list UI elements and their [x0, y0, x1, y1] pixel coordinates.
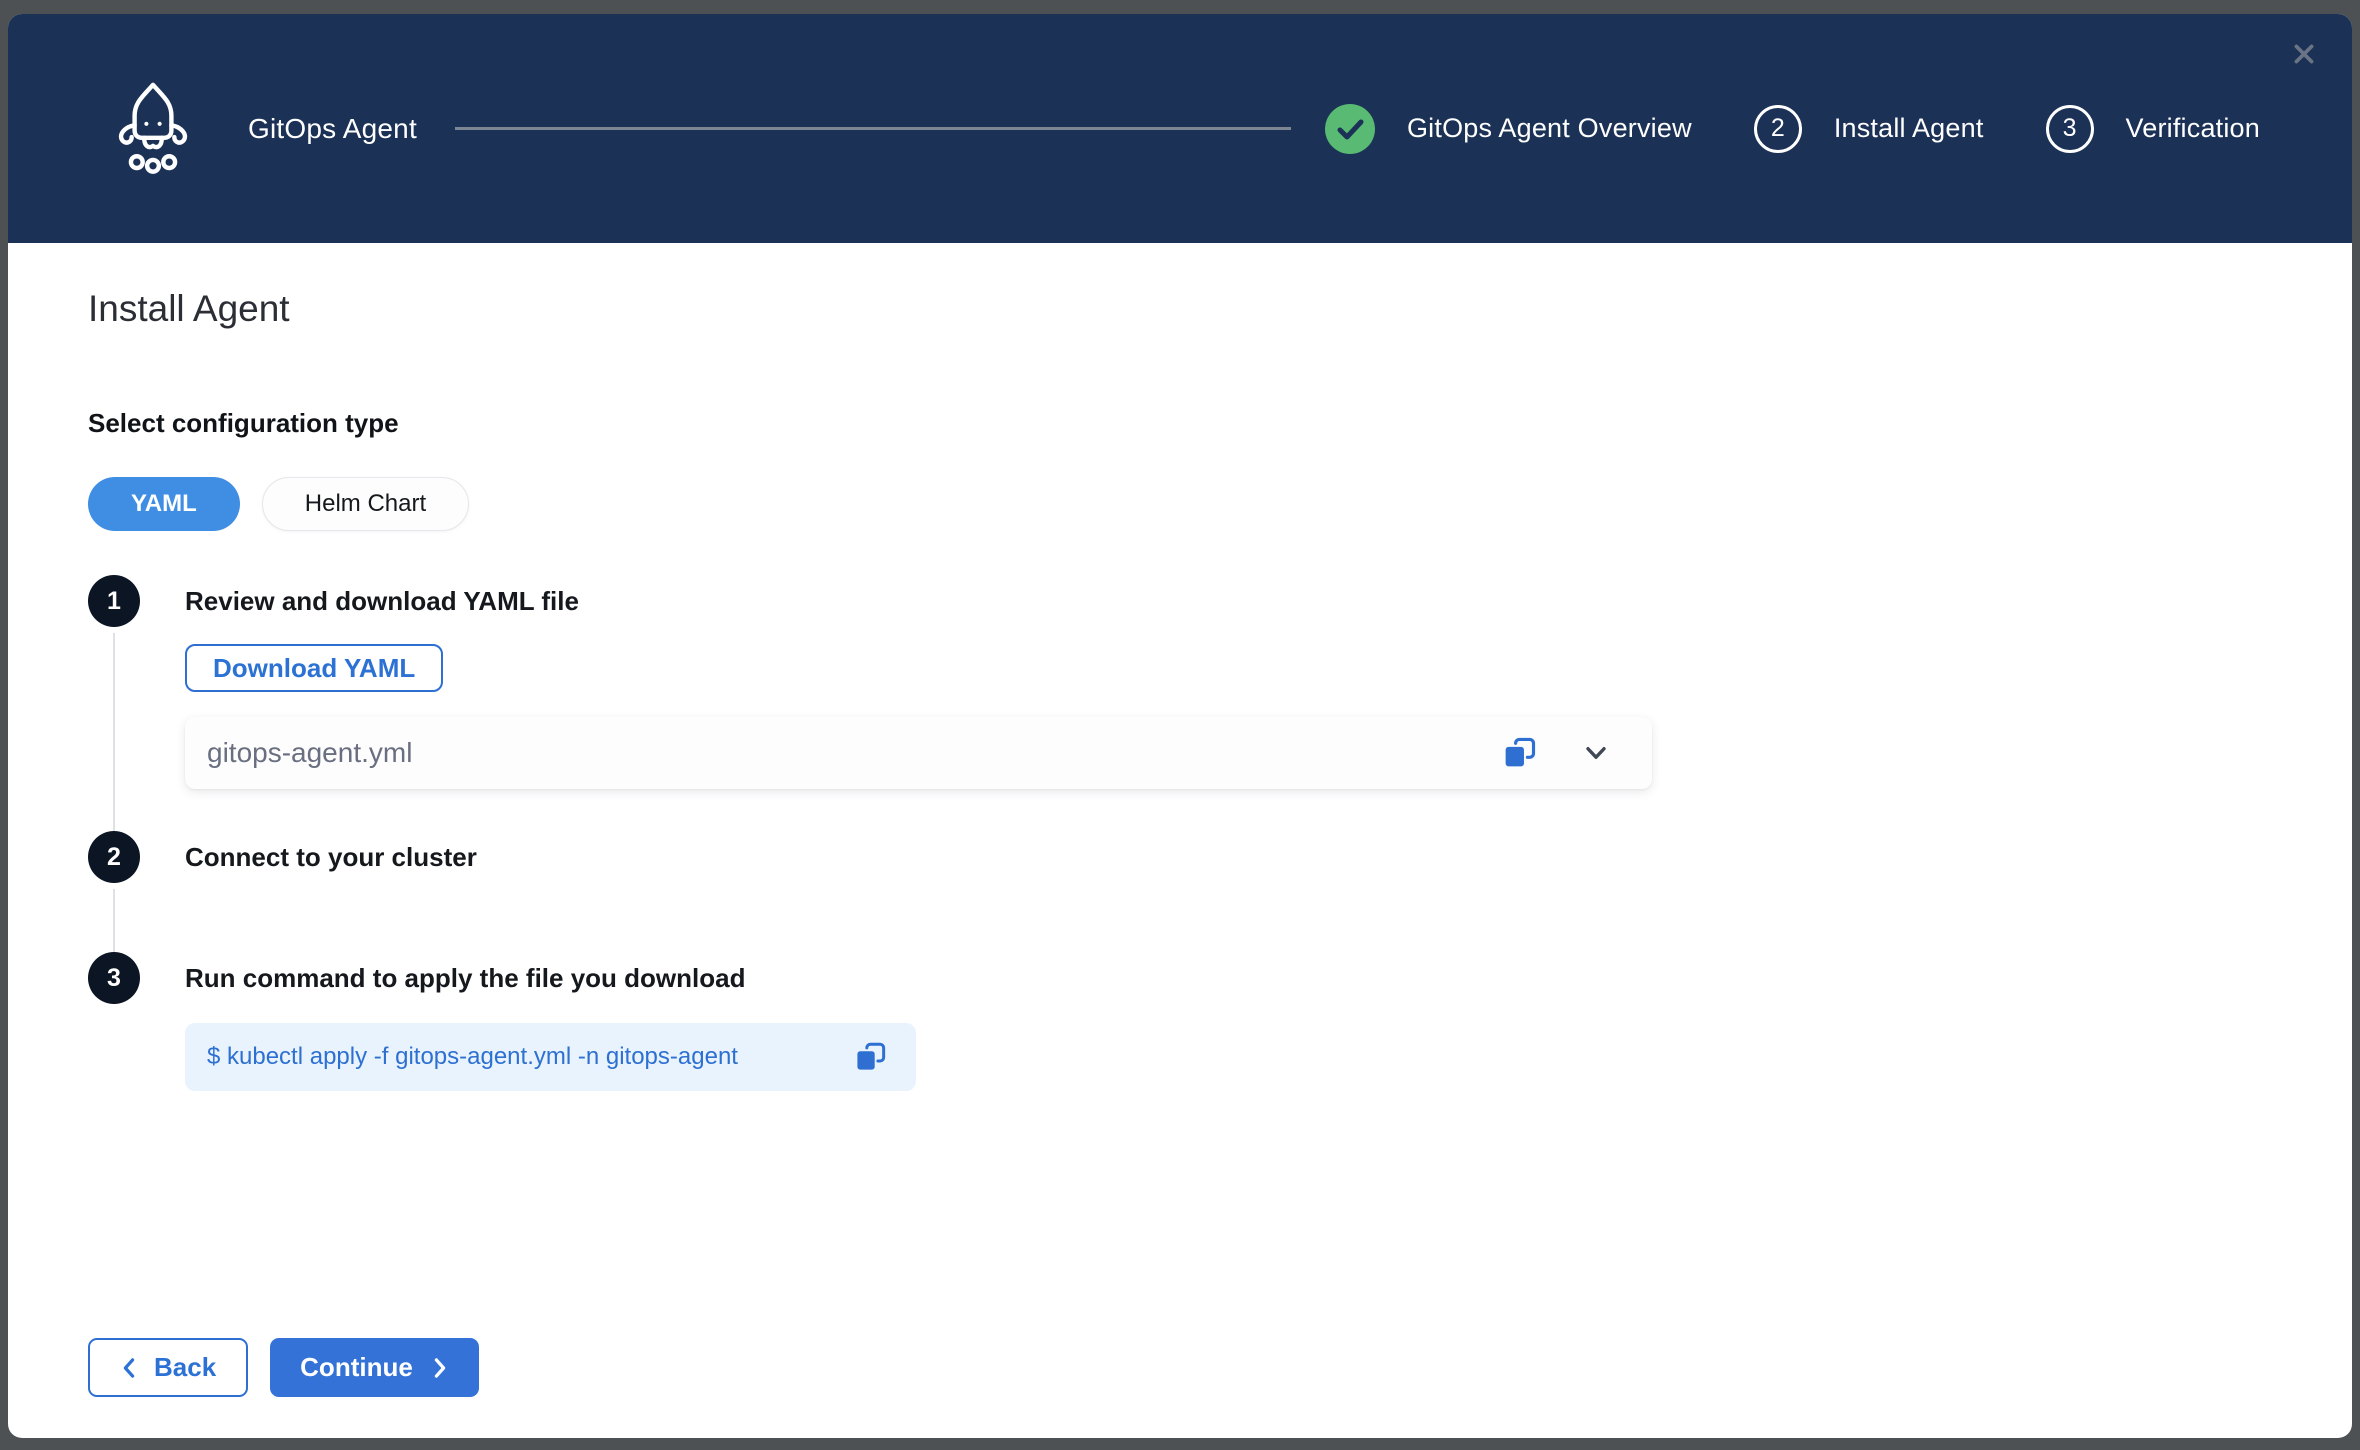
dialog-footer: Back Continue [88, 1338, 2352, 1397]
wizard-stepper: GitOps Agent Overview 2 Install Agent 3 … [1325, 104, 2260, 154]
back-button-label: Back [154, 1352, 216, 1383]
page-title: Install Agent [88, 287, 2352, 331]
step-2-number-body: 2 [107, 843, 121, 872]
chevron-left-icon [120, 1356, 138, 1380]
install-steps: 1 Review and download YAML file Download… [88, 575, 2352, 1108]
step-completed-check-icon [1325, 104, 1375, 154]
stepper-item-verification[interactable]: 3 Verification [1984, 105, 2260, 153]
stepper-label-overview: GitOps Agent Overview [1407, 113, 1692, 144]
chevron-right-icon [431, 1356, 449, 1380]
close-icon[interactable] [2286, 36, 2322, 72]
step-connector-line [113, 633, 115, 831]
step-1: 1 Review and download YAML file Download… [88, 575, 2352, 831]
step-2-badge: 2 [88, 831, 140, 883]
step-3-indicator: 3 [2046, 105, 2094, 153]
stepper-label-install-agent: Install Agent [1834, 113, 1984, 144]
wizard-header: GitOps Agent GitOps Agent Overview 2 Ins… [8, 14, 2352, 243]
step-1-badge: 1 [88, 575, 140, 627]
step-connector-line [113, 889, 115, 952]
download-yaml-button[interactable]: Download YAML [185, 644, 443, 692]
gitops-squid-logo-icon [100, 80, 206, 178]
kubectl-command-text: $ kubectl apply -f gitops-agent.yml -n g… [207, 1043, 854, 1071]
step-1-number: 1 [107, 587, 121, 616]
continue-button-label: Continue [300, 1352, 413, 1383]
step-2-indicator: 2 [1754, 105, 1802, 153]
config-type-label: Select configuration type [88, 407, 2352, 439]
step-2-title: Connect to your cluster [185, 831, 2352, 883]
copy-command-icon[interactable] [854, 1041, 886, 1073]
step-2-number: 2 [1771, 114, 1785, 143]
header-divider-line [455, 127, 1291, 130]
chevron-down-icon[interactable] [1580, 737, 1612, 769]
config-type-toggle: YAML Helm Chart [88, 477, 2352, 531]
step-3-badge: 3 [88, 952, 140, 1004]
continue-button[interactable]: Continue [270, 1338, 479, 1397]
stepper-item-install-agent[interactable]: 2 Install Agent [1692, 105, 1984, 153]
dialog-body: Install Agent Select configuration type … [8, 243, 2352, 1397]
stepper-item-overview[interactable]: GitOps Agent Overview [1325, 104, 1692, 154]
step-3: 3 Run command to apply the file you down… [88, 952, 2352, 1108]
step-1-rail: 1 [88, 575, 140, 831]
yaml-file-accordion[interactable]: gitops-agent.yml [185, 717, 1652, 789]
step-3-number: 3 [2063, 114, 2077, 143]
config-option-helm-chart[interactable]: Helm Chart [262, 477, 469, 531]
stepper-label-verification: Verification [2126, 113, 2260, 144]
step-2-rail: 2 [88, 831, 140, 952]
install-agent-dialog: GitOps Agent GitOps Agent Overview 2 Ins… [8, 14, 2352, 1438]
step-3-number-body: 3 [107, 964, 121, 993]
step-1-title: Review and download YAML file [185, 575, 2352, 627]
step-3-title: Run command to apply the file you downlo… [185, 952, 2352, 1004]
yaml-file-name: gitops-agent.yml [207, 737, 1502, 769]
step-2: 2 Connect to your cluster [88, 831, 2352, 952]
kubectl-command-box: $ kubectl apply -f gitops-agent.yml -n g… [185, 1023, 916, 1091]
copy-yaml-icon[interactable] [1502, 736, 1536, 770]
config-option-yaml[interactable]: YAML [88, 477, 240, 531]
back-button[interactable]: Back [88, 1338, 248, 1397]
step-3-rail: 3 [88, 952, 140, 1108]
dialog-title: GitOps Agent [248, 113, 417, 145]
